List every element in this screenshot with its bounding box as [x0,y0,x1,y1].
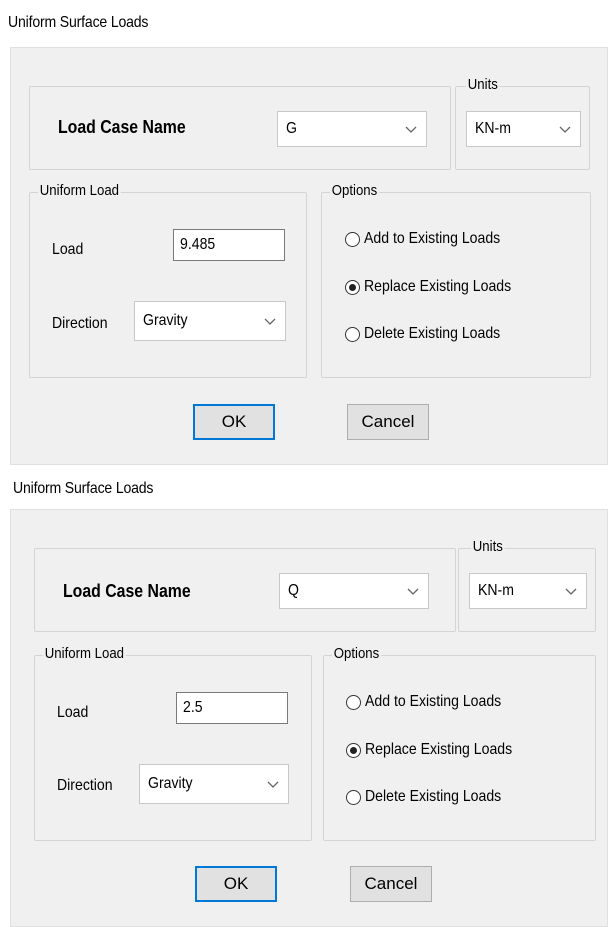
options-legend: Options [332,645,382,662]
load-input[interactable]: 2.5 [176,692,288,724]
load-case-name-label: Load Case Name [63,581,191,601]
load-label: Load [52,241,84,258]
ok-button-label: OK [221,412,247,431]
chevron-down-icon [407,588,419,595]
uniform-surface-loads-dialog: Load Case Name G Units KN-m Uniform Load… [10,47,608,465]
chevron-down-icon [264,318,276,325]
options-group: Options Add to Existing Loads Replace Ex… [323,645,596,841]
cancel-button-label: Cancel [361,412,415,431]
replace-existing-loads-option[interactable]: Replace Existing Loads [346,740,586,762]
load-case-value: Q [288,582,299,599]
chevron-down-icon [267,781,279,788]
ok-button[interactable]: OK [195,866,277,902]
load-case-group: Load Case Name Q [34,548,456,632]
uniform-load-group: Uniform Load Load 9.485 Direction Gravit… [29,182,307,378]
option-label: Replace Existing Loads [365,741,513,758]
chevron-down-icon [565,588,577,595]
units-dropdown[interactable]: KN-m [469,573,587,609]
radio-button[interactable] [345,327,360,342]
add-to-existing-loads-option[interactable]: Add to Existing Loads [345,229,585,251]
load-label: Load [57,704,89,721]
direction-value: Gravity [143,312,188,329]
units-value: KN-m [475,120,511,137]
cancel-button[interactable]: Cancel [350,866,432,902]
radio-button-selected[interactable] [345,280,360,295]
units-group: Units KN-m [458,538,596,632]
option-label: Replace Existing Loads [364,278,512,295]
ok-button[interactable]: OK [193,404,275,440]
load-case-dropdown[interactable]: Q [279,573,429,609]
radio-button[interactable] [346,695,361,710]
load-case-dropdown[interactable]: G [277,111,427,147]
load-input[interactable]: 9.485 [173,229,285,261]
chevron-down-icon [405,126,417,133]
radio-button[interactable] [346,790,361,805]
delete-existing-loads-option[interactable]: Delete Existing Loads [345,324,585,346]
direction-dropdown[interactable]: Gravity [139,764,289,804]
dialog-title: Uniform Surface Loads [13,480,154,497]
cancel-button-label: Cancel [364,874,418,893]
chevron-down-icon [559,126,571,133]
load-case-name-label: Load Case Name [58,117,186,137]
option-label: Delete Existing Loads [364,325,501,342]
load-value: 9.485 [180,236,216,253]
uniform-surface-loads-dialog: Load Case Name Q Units KN-m Uniform Load… [10,509,608,927]
add-to-existing-loads-option[interactable]: Add to Existing Loads [346,692,586,714]
uniform-load-group: Uniform Load Load 2.5 Direction Gravity [34,645,312,841]
direction-label: Direction [52,315,108,332]
direction-value: Gravity [148,775,193,792]
units-legend: Units [471,538,505,555]
option-label: Add to Existing Loads [364,230,501,247]
delete-existing-loads-option[interactable]: Delete Existing Loads [346,787,586,809]
replace-existing-loads-option[interactable]: Replace Existing Loads [345,277,585,299]
direction-label: Direction [57,777,113,794]
ok-button-label: OK [223,874,249,893]
options-group: Options Add to Existing Loads Replace Ex… [321,182,591,378]
option-label: Delete Existing Loads [365,788,502,805]
direction-dropdown[interactable]: Gravity [134,301,286,341]
units-value: KN-m [478,582,514,599]
units-group: Units KN-m [455,76,590,170]
uniform-load-legend: Uniform Load [43,645,126,662]
radio-button[interactable] [345,232,360,247]
units-legend: Units [466,76,500,93]
uniform-load-legend: Uniform Load [38,182,121,199]
option-label: Add to Existing Loads [365,693,502,710]
load-value: 2.5 [183,699,203,716]
cancel-button[interactable]: Cancel [347,404,429,440]
load-case-value: G [286,120,297,137]
units-dropdown[interactable]: KN-m [466,111,581,147]
radio-button-selected[interactable] [346,743,361,758]
load-case-group: Load Case Name G [29,86,451,170]
dialog-title: Uniform Surface Loads [8,14,149,31]
options-legend: Options [330,182,380,199]
